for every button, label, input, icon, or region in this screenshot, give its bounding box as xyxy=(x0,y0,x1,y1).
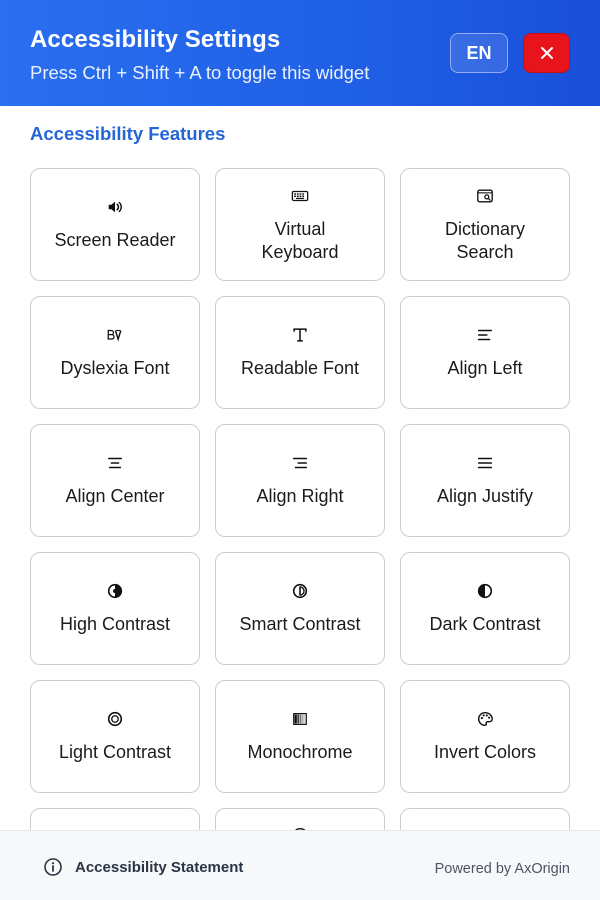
feature-label: Align Right xyxy=(256,486,344,506)
monochrome-icon xyxy=(290,709,310,729)
feature-label: Light Contrast xyxy=(58,742,172,762)
feature-label: Align Justify xyxy=(436,486,534,506)
feature-label: Virtual Keyboard xyxy=(261,218,339,262)
align-center-icon xyxy=(105,453,125,473)
widget-subtitle: Press Ctrl + Shift + A to toggle this wi… xyxy=(30,62,370,83)
light-contrast-icon xyxy=(105,709,125,729)
dictionary-icon xyxy=(475,186,495,206)
feature-high-contrast[interactable]: High Contrast xyxy=(30,552,200,665)
feature-align-left[interactable]: Align Left xyxy=(400,296,570,409)
feature-label: High Contrast xyxy=(59,614,171,634)
feature-dark-contrast[interactable]: Dark Contrast xyxy=(400,552,570,665)
feature-screen-reader[interactable]: Screen Reader xyxy=(30,168,200,281)
feature-label: Readable Font xyxy=(240,358,360,378)
language-button[interactable]: EN xyxy=(450,33,508,73)
feature-align-right[interactable]: Align Right xyxy=(215,424,385,537)
feature-label: Monochrome xyxy=(247,742,353,762)
dark-contrast-icon xyxy=(475,581,495,601)
section-title: Accessibility Features xyxy=(30,123,226,144)
align-right-icon xyxy=(290,453,310,473)
dyslexia-font-icon xyxy=(105,325,125,345)
align-justify-icon xyxy=(475,453,495,473)
align-left-icon xyxy=(475,325,495,345)
high-contrast-icon xyxy=(105,581,125,601)
features-grid: Screen Reader Virtual Keyboard Dictionar… xyxy=(30,168,570,900)
feature-label: Dyslexia Font xyxy=(60,358,170,378)
feature-align-justify[interactable]: Align Justify xyxy=(400,424,570,537)
feature-dyslexia-font[interactable]: Dyslexia Font xyxy=(30,296,200,409)
widget-footer: Accessibility Statement Powered by AxOri… xyxy=(0,830,600,900)
feature-label: Dictionary Search xyxy=(444,218,526,262)
palette-icon xyxy=(475,709,495,729)
feature-label: Smart Contrast xyxy=(239,614,361,634)
feature-label: Align Center xyxy=(65,486,165,506)
feature-label: Align Left xyxy=(447,358,523,378)
feature-virtual-keyboard[interactable]: Virtual Keyboard xyxy=(215,168,385,281)
widget-header: Accessibility Settings Press Ctrl + Shif… xyxy=(0,0,600,106)
powered-by-text: Powered by AxOrigin xyxy=(434,861,570,877)
smart-contrast-icon xyxy=(290,581,310,601)
close-icon xyxy=(540,47,553,59)
feature-invert-colors[interactable]: Invert Colors xyxy=(400,680,570,793)
statement-label: Accessibility Statement xyxy=(75,858,244,876)
accessibility-statement-link[interactable]: Accessibility Statement xyxy=(43,857,243,877)
feature-label: Dark Contrast xyxy=(429,614,541,634)
keyboard-icon xyxy=(290,186,310,206)
close-button[interactable] xyxy=(523,33,570,73)
feature-smart-contrast[interactable]: Smart Contrast xyxy=(215,552,385,665)
feature-align-center[interactable]: Align Center xyxy=(30,424,200,537)
widget-title: Accessibility Settings xyxy=(30,26,281,53)
feature-readable-font[interactable]: Readable Font xyxy=(215,296,385,409)
feature-dictionary-search[interactable]: Dictionary Search xyxy=(400,168,570,281)
info-icon xyxy=(44,858,62,876)
readable-font-icon xyxy=(290,325,310,345)
feature-label: Screen Reader xyxy=(54,230,176,250)
accessibility-widget: Accessibility Settings Press Ctrl + Shif… xyxy=(0,0,600,900)
speaker-icon xyxy=(105,197,125,217)
feature-label: Invert Colors xyxy=(433,742,537,762)
feature-monochrome[interactable]: Monochrome xyxy=(215,680,385,793)
feature-light-contrast[interactable]: Light Contrast xyxy=(30,680,200,793)
